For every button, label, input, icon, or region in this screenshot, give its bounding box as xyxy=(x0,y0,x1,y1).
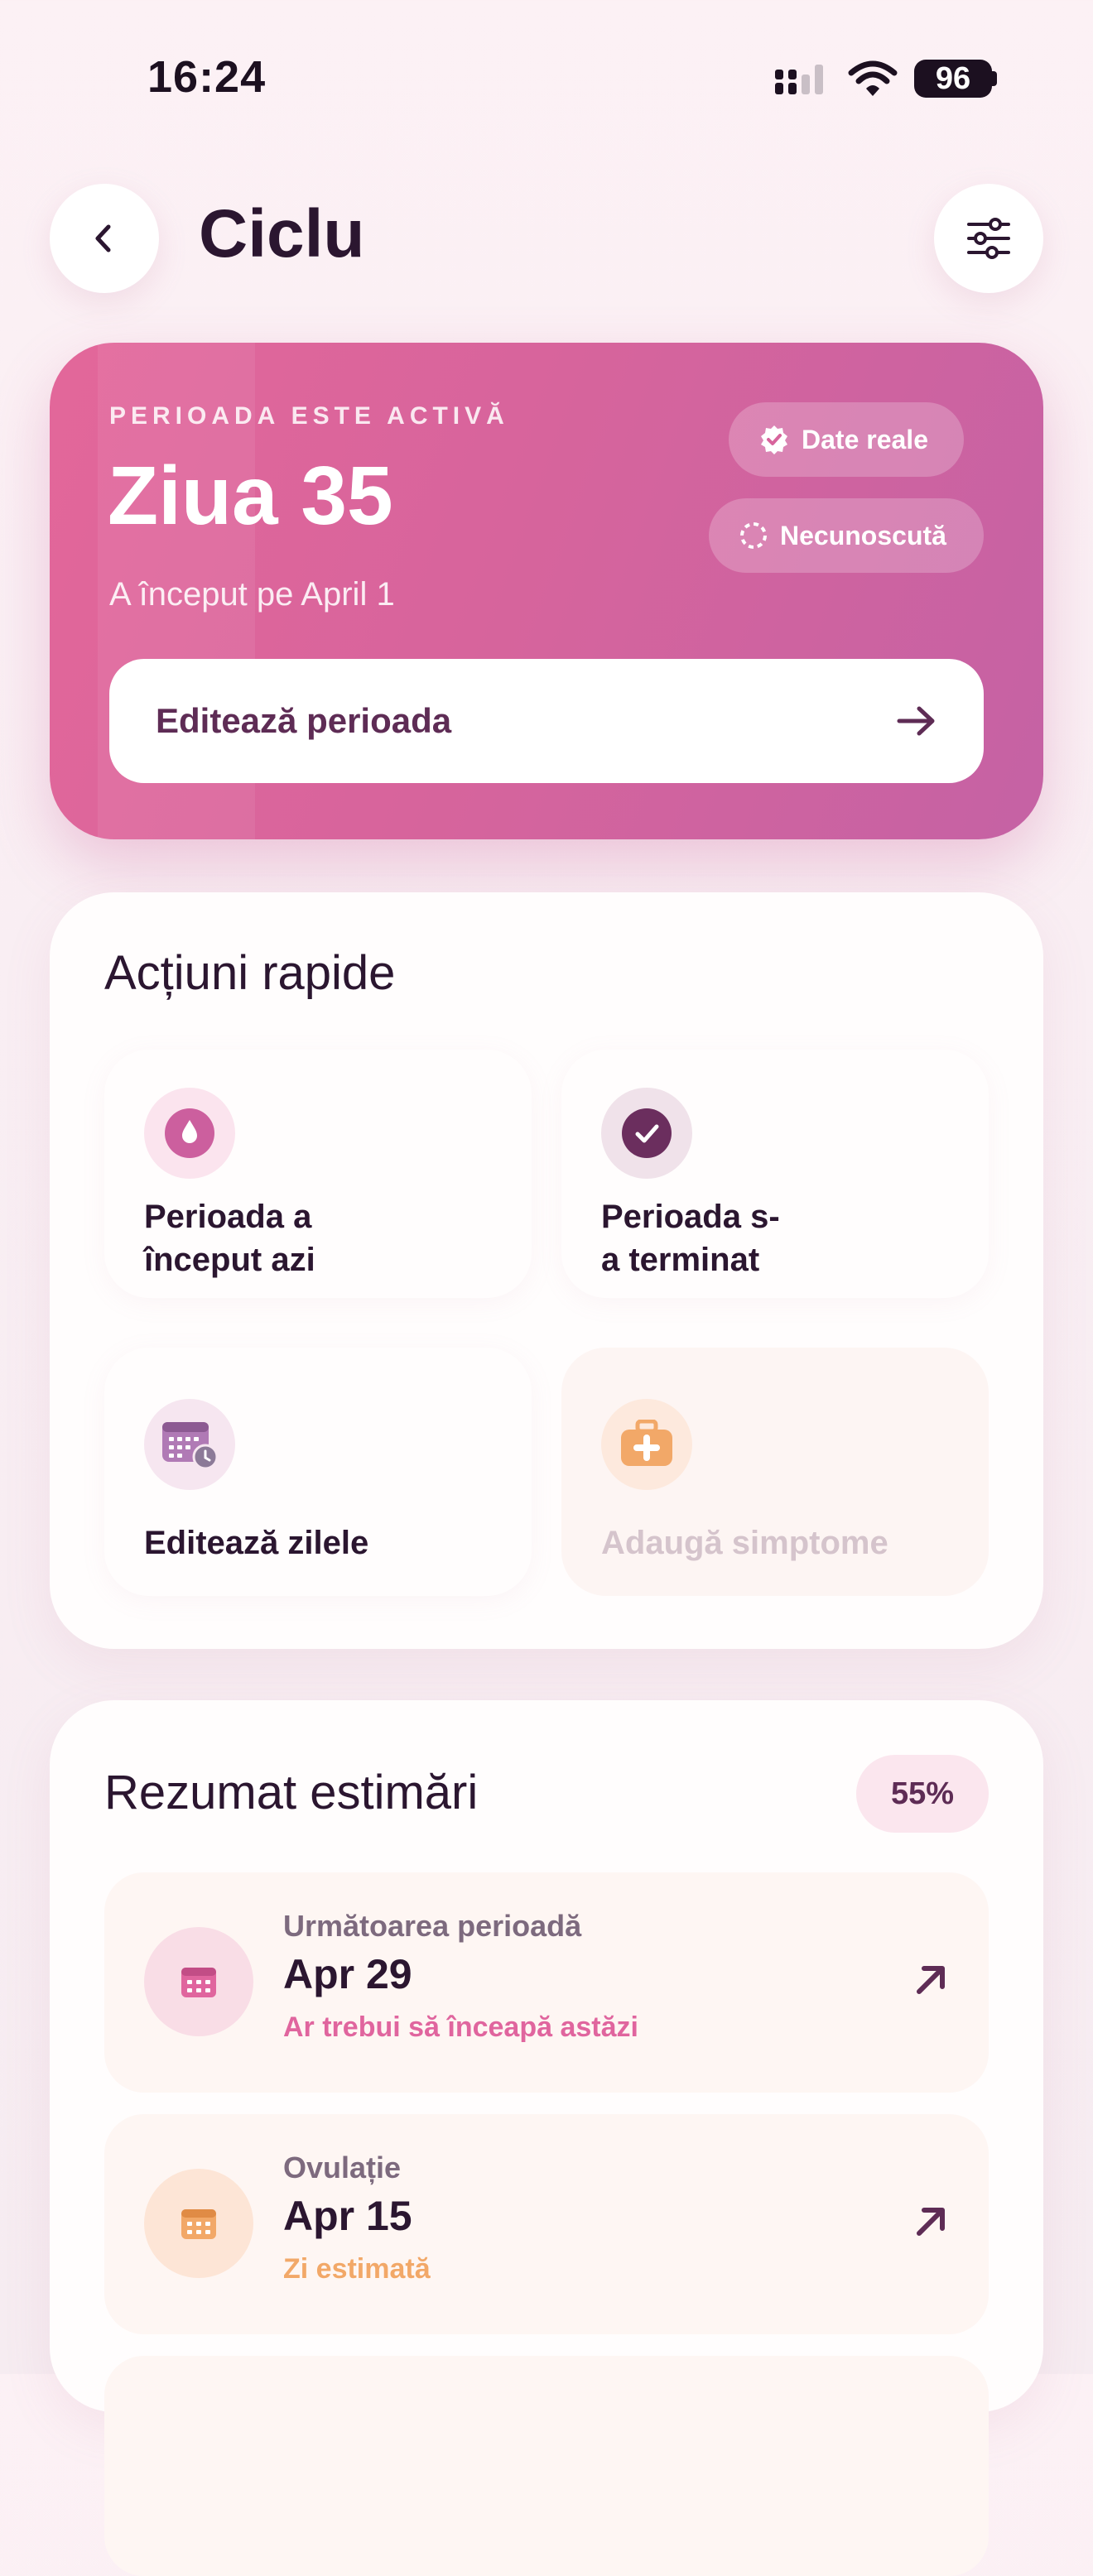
chevron-left-icon xyxy=(95,224,111,252)
period-started-label: Perioada a început azi xyxy=(144,1195,315,1281)
period-start-date: A început pe April 1 xyxy=(109,576,395,613)
medkit-icon xyxy=(621,1420,672,1466)
arrow-up-right-icon xyxy=(917,1966,945,1994)
label-line-2: început azi xyxy=(144,1242,315,1278)
edit-days-label: Editează zilele xyxy=(144,1525,369,1561)
ovulation-date: Apr 15 xyxy=(283,2193,412,2239)
active-period-card: PERIOADA ESTE ACTIVĂ Ziua 35 A început p… xyxy=(50,343,1043,839)
label-line-2: a terminat xyxy=(601,1242,760,1278)
calendar-icon-container xyxy=(144,1927,253,2036)
battery-indicator: 96 xyxy=(914,60,992,98)
real-data-label: Date reale xyxy=(802,424,928,454)
calendar-icon xyxy=(181,2209,216,2239)
next-period-note: Ar trebui să înceapă astăzi xyxy=(283,2011,638,2043)
back-button[interactable] xyxy=(50,184,159,293)
wifi-icon xyxy=(848,60,898,96)
arrow-up-right-icon xyxy=(917,2208,945,2236)
quick-actions-title: Acțiuni rapide xyxy=(104,946,396,1000)
add-symptoms-label: Adaugă simptome xyxy=(601,1525,888,1561)
estimate-row-partial[interactable] xyxy=(104,2356,989,2576)
period-started-today-button[interactable]: Perioada a început azi xyxy=(104,1050,532,1298)
calendar-edit-icon xyxy=(162,1422,219,1470)
drop-icon-container xyxy=(144,1088,235,1179)
calendar-edit-icon-container xyxy=(144,1399,235,1490)
page-title: Ciclu xyxy=(199,196,365,272)
calendar-icon-container xyxy=(144,2169,253,2278)
period-status-label: PERIOADA ESTE ACTIVĂ xyxy=(109,402,509,430)
ovulation-note: Zi estimată xyxy=(283,2253,431,2285)
drop-icon xyxy=(165,1108,214,1158)
unknown-label: Necunoscută xyxy=(780,520,946,550)
next-period-label: Următoarea perioadă xyxy=(283,1909,582,1943)
check-icon xyxy=(622,1108,672,1158)
verified-badge-icon xyxy=(761,425,787,454)
battery-tip xyxy=(992,71,997,86)
ovulation-label: Ovulație xyxy=(283,2151,402,2184)
period-ended-button[interactable]: Perioada s- a terminat xyxy=(561,1050,989,1298)
arrow-right-icon xyxy=(897,706,935,736)
next-period-row[interactable]: Următoarea perioadă Apr 29 Ar trebui să … xyxy=(104,1872,989,2093)
cellular-signal-icon xyxy=(775,65,823,94)
filter-settings-button[interactable] xyxy=(934,184,1043,293)
label-line-1: Perioada s- xyxy=(601,1199,780,1235)
add-symptoms-button[interactable]: Adaugă simptome xyxy=(561,1348,989,1596)
dashed-circle-icon xyxy=(740,522,767,549)
edit-period-button[interactable]: Editează perioada xyxy=(109,659,984,783)
ovulation-row[interactable]: Ovulație Apr 15 Zi estimată xyxy=(104,2114,989,2334)
period-ended-label: Perioada s- a terminat xyxy=(601,1195,780,1281)
check-icon-container xyxy=(601,1088,692,1179)
label-line-1: Perioada a xyxy=(144,1199,312,1235)
status-time: 16:24 xyxy=(147,52,267,102)
edit-days-button[interactable]: Editează zilele xyxy=(104,1348,532,1596)
next-period-date: Apr 29 xyxy=(283,1951,412,1997)
real-data-badge: Date reale xyxy=(729,402,964,477)
estimates-title: Rezumat estimări xyxy=(104,1766,479,1819)
edit-period-label: Editează perioada xyxy=(156,701,452,740)
medkit-icon-container xyxy=(601,1399,692,1490)
confidence-badge: 55% xyxy=(856,1755,989,1833)
sliders-icon xyxy=(967,218,1010,259)
unknown-badge: Necunoscută xyxy=(709,498,984,573)
calendar-icon xyxy=(181,1968,216,1997)
cycle-day: Ziua 35 xyxy=(108,449,393,542)
